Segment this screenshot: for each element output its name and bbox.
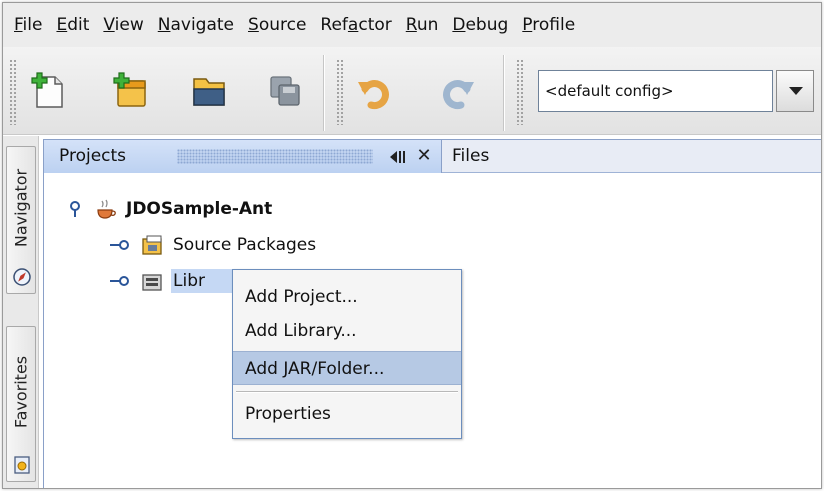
tree-row-source-packages[interactable]: Source Packages <box>109 230 316 260</box>
menu-edit-mnemonic: E <box>56 15 68 35</box>
menu-run[interactable]: Run <box>399 3 446 47</box>
toolbar-grip-file[interactable] <box>9 59 17 125</box>
open-project-button[interactable] <box>186 69 230 113</box>
redo-button[interactable] <box>435 69 479 113</box>
project-name: JDOSample-Ant <box>126 199 273 219</box>
chevron-down-icon <box>789 87 803 95</box>
config-select-dropdown-button[interactable] <box>776 70 814 112</box>
favorites-tab-label: Favorites <box>11 355 31 429</box>
menu-profile[interactable]: Profile <box>515 3 582 47</box>
menu-refactor[interactable]: Refactor <box>313 3 398 47</box>
menu-file-label: ile <box>22 15 43 35</box>
menu-item-properties[interactable]: Properties <box>233 397 461 431</box>
ide-window: File Edit View Navigate Source Refactor … <box>2 2 822 489</box>
menu-item-add-library[interactable]: Add Library... <box>233 314 461 348</box>
menu-refactor-mnemonic: a <box>347 15 359 35</box>
minimize-icon <box>390 151 405 163</box>
close-icon: ✕ <box>416 145 432 166</box>
context-menu: Add Project... Add Library... Add JAR/Fo… <box>232 269 462 439</box>
libraries-icon <box>142 274 162 291</box>
new-file-button[interactable] <box>26 69 70 113</box>
menu-separator <box>236 391 458 393</box>
source-packages-icon <box>142 235 162 255</box>
side-strip: Navigator Favorites <box>3 136 39 488</box>
menu-navigate-label: avigate <box>170 15 235 35</box>
navigator-tab-label: Navigator <box>11 168 31 248</box>
menu-debug-mnemonic: D <box>452 15 466 35</box>
tree-collapsed-handle-icon[interactable] <box>109 274 131 288</box>
navigator-tab[interactable]: Navigator <box>6 146 36 294</box>
compass-icon <box>13 268 31 286</box>
save-all-icon <box>270 76 300 106</box>
menu-bar: File Edit View Navigate Source Refactor … <box>3 3 821 47</box>
tab-drag-grip[interactable] <box>177 149 373 164</box>
toolbar: <default config> <box>3 47 821 135</box>
tree-expanded-handle-icon[interactable] <box>68 200 86 218</box>
panel-tabbar: Projects ✕ Files <box>44 140 821 173</box>
menu-source-mnemonic: S <box>248 15 259 35</box>
toolbar-separator <box>503 55 505 131</box>
menu-item-add-jar-folder[interactable]: Add JAR/Folder... <box>233 351 461 385</box>
menu-refactor-prefix: Ref <box>320 15 348 35</box>
new-project-button[interactable] <box>108 69 152 113</box>
menu-file[interactable]: File <box>7 3 49 47</box>
new-file-icon <box>31 72 63 108</box>
menu-navigate-mnemonic: N <box>157 15 171 35</box>
favorites-tab[interactable]: Favorites <box>6 326 36 482</box>
tab-files[interactable]: Files <box>452 146 489 166</box>
menu-profile-label: rofile <box>532 15 576 35</box>
tab-projects[interactable]: Projects ✕ <box>44 140 442 173</box>
menu-edit-label: dit <box>67 15 90 35</box>
undo-button[interactable] <box>353 69 397 113</box>
tab-projects-label: Projects <box>59 146 127 166</box>
menu-item-add-project[interactable]: Add Project... <box>233 280 461 314</box>
minimize-button[interactable] <box>387 149 407 165</box>
menu-navigate[interactable]: Navigate <box>151 3 241 47</box>
tree-collapsed-handle-icon[interactable] <box>109 238 131 252</box>
menu-profile-mnemonic: P <box>522 15 533 35</box>
menu-view-label: iew <box>114 15 144 35</box>
config-select[interactable]: <default config> <box>538 70 773 112</box>
undo-icon <box>358 80 389 110</box>
redo-icon <box>443 80 474 110</box>
close-tab-button[interactable]: ✕ <box>414 145 434 167</box>
menu-source[interactable]: Source <box>241 3 313 47</box>
toolbar-grip-undo[interactable] <box>336 59 344 125</box>
config-select-value: <default config> <box>545 82 674 100</box>
java-project-icon <box>97 199 116 219</box>
menu-refactor-label: ctor <box>358 15 392 35</box>
menu-run-label: un <box>416 15 439 35</box>
tree-item-label: Source Packages <box>173 235 317 255</box>
open-project-icon <box>193 78 225 106</box>
menu-debug[interactable]: Debug <box>445 3 515 47</box>
tree-row-project[interactable]: JDOSample-Ant <box>68 194 272 224</box>
menu-run-mnemonic: R <box>405 15 417 35</box>
menu-debug-label: ebug <box>465 15 509 35</box>
menu-edit[interactable]: Edit <box>49 3 96 47</box>
menu-source-label: ource <box>258 15 307 35</box>
toolbar-separator <box>323 55 325 131</box>
menu-view-mnemonic: V <box>103 15 115 35</box>
toolbar-grip-config[interactable] <box>516 59 524 125</box>
new-project-icon <box>113 72 146 107</box>
favorites-icon <box>14 456 30 474</box>
menu-file-mnemonic: F <box>14 15 23 35</box>
menu-view[interactable]: View <box>96 3 150 47</box>
save-all-button[interactable] <box>263 69 307 113</box>
